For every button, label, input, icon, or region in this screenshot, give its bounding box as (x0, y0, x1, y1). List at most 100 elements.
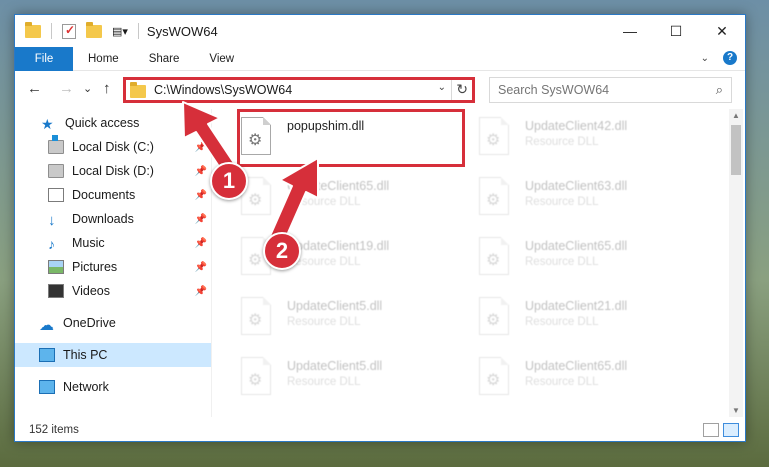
file-highlight-box (237, 109, 465, 167)
navigation-pane: ★ Quick access Local Disk (C:) 📌 Local D… (15, 109, 211, 417)
close-button[interactable]: ✕ (699, 15, 745, 47)
ribbon-tabs: File Home Share View ⌄ ? (15, 46, 745, 71)
scroll-down-icon[interactable]: ▼ (732, 406, 740, 415)
file-type: Resource DLL (525, 136, 599, 148)
large-icons-view-icon[interactable] (723, 423, 739, 437)
separator (137, 23, 139, 39)
vertical-scrollbar[interactable]: ▲ ▼ (729, 109, 743, 417)
address-highlight-box (123, 77, 475, 103)
file-item[interactable]: ⚙ UpdateClient5.dll Resource DLL (241, 293, 471, 345)
item-count: 152 items (29, 424, 79, 436)
window-controls: — ☐ ✕ (607, 15, 745, 47)
step-badge-2: 2 (263, 232, 301, 270)
pane-splitter[interactable] (211, 109, 212, 417)
view-toggle (703, 423, 739, 437)
scrollbar-thumb[interactable] (731, 125, 741, 175)
sidebar-item-label: Videos (72, 284, 110, 298)
window-title: SysWOW64 (146, 23, 218, 39)
expand-ribbon-icon[interactable]: ⌄ (701, 53, 709, 64)
sidebar-item-music[interactable]: ♪ Music 📌 (15, 231, 211, 255)
sidebar-item-downloads[interactable]: ↓ Downloads 📌 (15, 207, 211, 231)
file-name: UpdateClient5.dll (287, 299, 383, 313)
tab-share[interactable]: Share (134, 47, 195, 71)
file-item[interactable]: ⚙ UpdateClient21.dll Resource DLL (479, 293, 709, 345)
title-bar: ▤▾ SysWOW64 — ☐ ✕ (15, 15, 745, 47)
downloads-icon: ↓ (48, 212, 56, 229)
tab-view[interactable]: View (194, 47, 249, 71)
sidebar-item-documents[interactable]: Documents 📌 (15, 183, 211, 207)
recent-locations-button[interactable]: ⌄ (83, 82, 92, 95)
sidebar-item-quick-access[interactable]: ★ Quick access (15, 111, 211, 135)
file-name: UpdateClient65.dll (525, 359, 628, 373)
file-item[interactable]: ⚙ UpdateClient65.dll Resource DLL (479, 353, 709, 405)
sidebar-item-label: OneDrive (63, 316, 116, 330)
sidebar-item-pictures[interactable]: Pictures 📌 (15, 255, 211, 279)
file-name: UpdateClient19.dll (287, 239, 390, 253)
pin-icon[interactable]: 📌 (195, 262, 207, 273)
sidebar-item-label: Music (72, 236, 105, 250)
sidebar-item-label: Pictures (72, 260, 118, 274)
sidebar-item-label: Local Disk (D:) (72, 164, 154, 178)
file-item[interactable]: ⚙ UpdateClient63.dll Resource DLL (479, 173, 709, 225)
scroll-up-icon[interactable]: ▲ (732, 111, 740, 120)
quick-access-customize-icon[interactable]: ▤▾ (112, 25, 128, 38)
file-item[interactable]: ⚙ UpdateClient42.dll Resource DLL (479, 113, 709, 165)
sidebar-item-this-pc[interactable]: This PC (15, 343, 211, 367)
dll-file-icon: ⚙ (479, 297, 509, 335)
network-icon (39, 380, 55, 394)
file-type: Resource DLL (525, 256, 599, 268)
dll-file-icon: ⚙ (241, 357, 271, 395)
file-item[interactable]: ⚙ UpdateClient65.dll Resource DLL (479, 233, 709, 285)
new-folder-icon[interactable] (86, 21, 102, 38)
file-name: UpdateClient65.dll (525, 239, 628, 253)
folder-icon (25, 21, 41, 38)
this-pc-icon (39, 348, 55, 362)
search-input[interactable] (498, 83, 698, 97)
up-button[interactable]: ↑ (103, 80, 111, 97)
maximize-button[interactable]: ☐ (653, 15, 699, 47)
separator (51, 23, 52, 39)
properties-icon[interactable] (62, 23, 76, 39)
explorer-window: ▤▾ SysWOW64 — ☐ ✕ File Home Share View ⌄… (14, 14, 746, 442)
file-type: Resource DLL (287, 376, 361, 388)
file-type: Resource DLL (525, 316, 599, 328)
step-badge-1: 1 (210, 162, 248, 200)
tab-home[interactable]: Home (73, 47, 134, 71)
drive-icon (48, 135, 64, 154)
forward-button[interactable]: → (59, 80, 74, 97)
tab-file[interactable]: File (15, 46, 73, 71)
help-icon[interactable]: ? (723, 51, 737, 65)
pictures-icon (48, 260, 64, 274)
search-icon[interactable]: ⌕ (716, 82, 723, 98)
sidebar-item-label: Network (63, 380, 109, 394)
documents-icon (48, 188, 64, 202)
file-item[interactable]: ⚙ UpdateClient5.dll Resource DLL (241, 353, 471, 405)
minimize-button[interactable]: — (607, 15, 653, 47)
search-box[interactable]: ⌕ (489, 77, 732, 103)
details-view-icon[interactable] (703, 423, 719, 437)
pin-icon[interactable]: 📌 (195, 166, 207, 177)
sidebar-item-videos[interactable]: Videos 📌 (15, 279, 211, 303)
file-type: Resource DLL (525, 376, 599, 388)
pin-icon[interactable]: 📌 (195, 190, 207, 201)
file-type: Resource DLL (287, 196, 361, 208)
sidebar-item-onedrive[interactable]: ☁ OneDrive (15, 311, 211, 335)
pin-icon[interactable]: 📌 (195, 214, 207, 225)
sidebar-item-network[interactable]: Network (15, 375, 211, 399)
sidebar-item-local-disk-d[interactable]: Local Disk (D:) 📌 (15, 159, 211, 183)
music-icon: ♪ (48, 236, 55, 252)
file-type: Resource DLL (287, 316, 361, 328)
sidebar-item-label: Local Disk (C:) (72, 140, 154, 154)
pin-icon[interactable]: 📌 (195, 142, 207, 153)
navigation-bar: ← → ⌄ ↑ C:\Windows\SysWOW64 ⌄ ↻ ⌕ (15, 73, 745, 105)
back-button[interactable]: ← (27, 80, 42, 97)
sidebar-item-local-disk-c[interactable]: Local Disk (C:) 📌 (15, 135, 211, 159)
dll-file-icon: ⚙ (479, 117, 509, 155)
sidebar-item-label: Documents (72, 188, 136, 202)
pin-icon[interactable]: 📌 (195, 286, 207, 297)
pin-icon[interactable]: 📌 (195, 238, 207, 249)
sidebar-item-label: Downloads (72, 212, 134, 226)
star-icon: ★ (41, 116, 54, 132)
file-item[interactable]: ⚙ UpdateClient65.dll Resource DLL (241, 173, 471, 225)
file-name: UpdateClient63.dll (525, 179, 628, 193)
